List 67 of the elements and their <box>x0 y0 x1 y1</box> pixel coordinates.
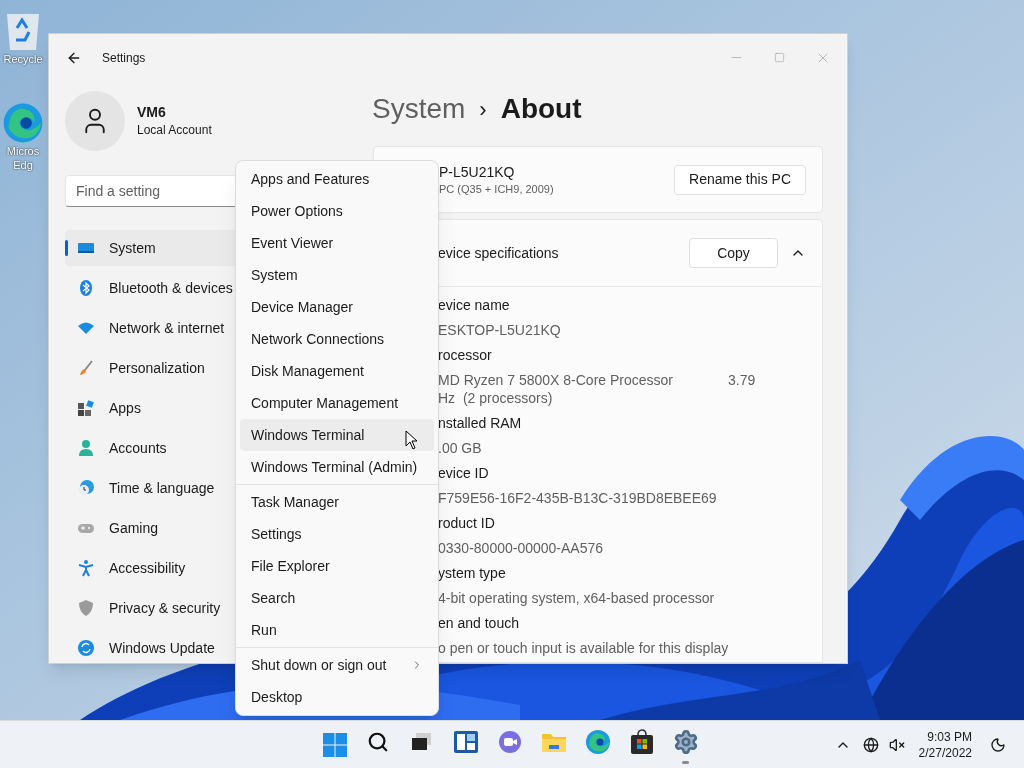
pc-model: PC (Q35 + ICH9, 2009) <box>439 181 554 197</box>
window-title: Settings <box>102 49 146 67</box>
accessibility-icon <box>77 559 95 577</box>
breadcrumb-separator: › <box>479 95 487 124</box>
globe-icon[interactable] <box>862 736 879 753</box>
desktop-icon-label: Edg <box>13 158 33 172</box>
bluetooth-icon <box>77 279 95 297</box>
spec-value: o pen or touch input is available for this display <box>438 639 730 658</box>
spec-value: 0330-80000-00000-AA576 <box>438 539 605 558</box>
brush-icon <box>77 359 95 377</box>
copy-button[interactable]: Copy <box>689 238 778 268</box>
globe-clock-icon <box>77 479 95 497</box>
spec-label: nstalled RAM <box>438 414 523 433</box>
user-name: VM6 <box>137 103 167 121</box>
spec-value: 4-bit operating system, x64-based processor <box>438 589 716 608</box>
widgets-icon[interactable] <box>452 730 479 754</box>
spec-label: rocessor <box>438 346 493 365</box>
menu-item[interactable]: Device Manager <box>240 291 434 323</box>
menu-item[interactable]: Disk Management <box>240 355 434 387</box>
desktop-icon-label: Micros <box>6 144 40 158</box>
edge-icon[interactable] <box>2 102 44 144</box>
mouse-cursor-icon <box>405 430 418 450</box>
spec-value: MD Ryzen 7 5800X 8-Core Processor <box>438 371 674 389</box>
menu-item[interactable]: Windows Terminal (Admin) <box>240 451 434 483</box>
selection-indicator <box>65 240 68 256</box>
menu-item[interactable]: Computer Management <box>240 387 434 419</box>
shield-icon <box>77 599 95 617</box>
menu-item[interactable]: Search <box>240 582 434 614</box>
person-icon <box>77 439 95 457</box>
spec-label: evice name <box>438 296 511 315</box>
running-indicator <box>682 761 689 764</box>
moon-icon[interactable] <box>990 736 1006 753</box>
muted-speaker-icon[interactable] <box>888 736 905 753</box>
menu-item[interactable]: Task Manager <box>240 486 434 518</box>
spec-value: ESKTOP-L5U21KQ <box>438 321 562 340</box>
spec-value: F759E56-16F2-435B-B13C-319BD8EBEE69 <box>438 489 718 508</box>
account-type: Local Account <box>137 122 212 139</box>
rename-button[interactable]: Rename this PC <box>674 164 806 195</box>
clock-time[interactable]: 9:03 PM <box>927 728 972 745</box>
menu-item[interactable]: Windows Terminal <box>240 419 434 451</box>
store-icon[interactable] <box>629 729 654 755</box>
spec-label: roduct ID <box>438 514 496 533</box>
update-icon <box>77 639 95 657</box>
clock-date[interactable]: 2/27/2022 <box>918 744 972 761</box>
menu-item[interactable]: Run <box>240 614 434 646</box>
start-icon[interactable] <box>323 732 347 757</box>
spec-label: en and touch <box>438 614 520 633</box>
pc-name: P-L5U21KQ <box>439 162 516 181</box>
spec-label: ystem type <box>438 564 507 583</box>
spec-value: 3.79 <box>728 371 756 389</box>
section-title: evice specifications <box>438 243 559 263</box>
menu-item[interactable]: Desktop <box>240 681 434 713</box>
chat-icon[interactable] <box>496 729 523 755</box>
menu-item[interactable]: Network Connections <box>240 323 434 355</box>
spec-label: evice ID <box>438 464 490 483</box>
settings-icon[interactable] <box>672 729 699 755</box>
desktop-icon-label: Recycle <box>3 52 43 66</box>
menu-item[interactable]: Settings <box>240 518 434 550</box>
search-icon[interactable] <box>366 731 389 753</box>
menu-item[interactable]: Shut down or sign out <box>240 649 434 681</box>
menu-item[interactable]: File Explorer <box>240 550 434 582</box>
spec-value: .00 GB <box>438 439 483 458</box>
spec-value: Hz (2 processors) <box>438 389 554 407</box>
breadcrumb-parent[interactable]: System <box>372 88 466 130</box>
apps-icon <box>77 399 95 417</box>
edge-icon[interactable] <box>584 729 611 755</box>
page-title: About <box>500 92 582 126</box>
